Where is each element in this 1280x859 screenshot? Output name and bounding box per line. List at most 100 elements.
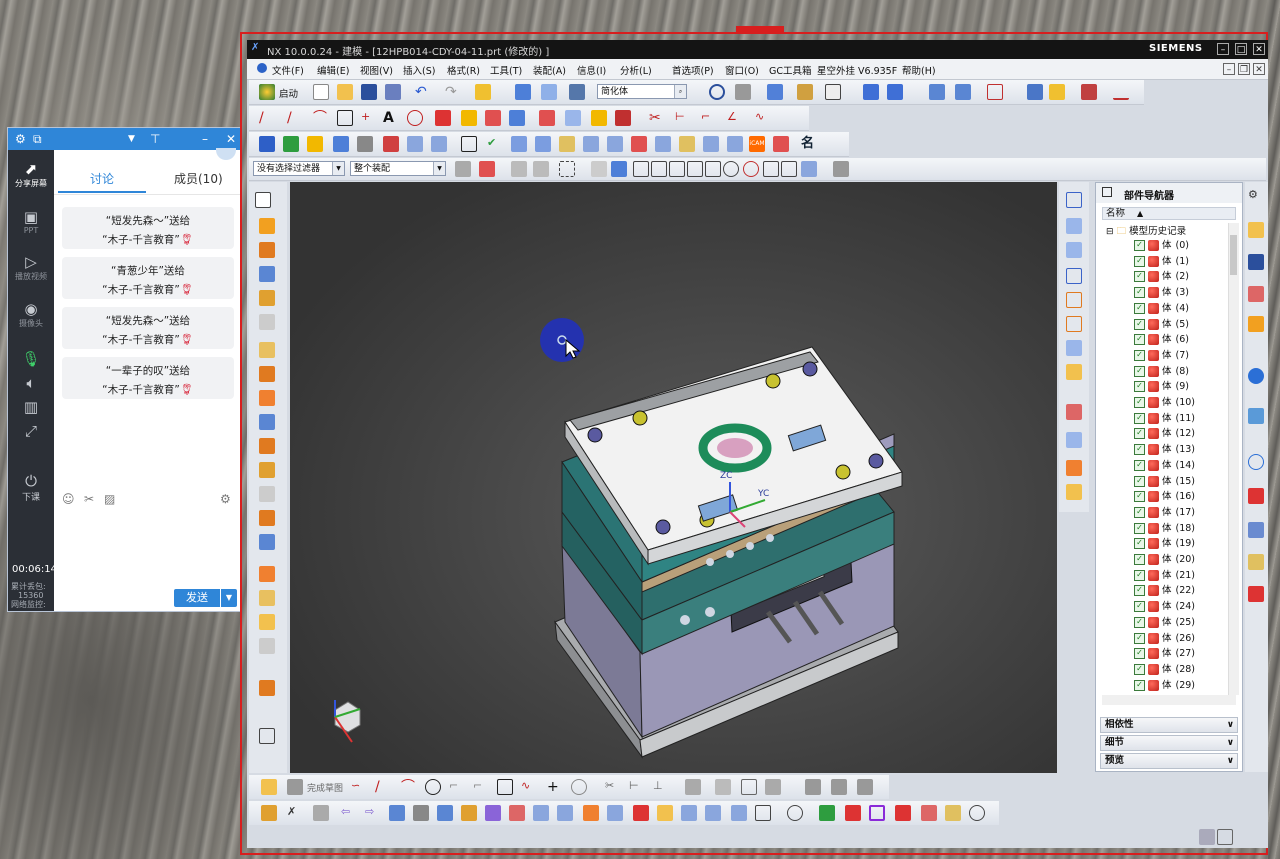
preview-section[interactable]: 预览 ∨	[1100, 753, 1238, 769]
analysis-icon[interactable]	[1049, 84, 1065, 100]
trim-curve-icon[interactable]	[591, 110, 607, 126]
sketch-polygon-icon[interactable]	[571, 779, 587, 795]
pin-icon[interactable]: ⊤	[150, 131, 160, 147]
navigator-vertical-scrollbar[interactable]	[1228, 223, 1239, 695]
sew-icon[interactable]	[259, 638, 275, 654]
snap-endpoint-icon[interactable]	[633, 161, 649, 177]
paste-icon[interactable]	[569, 84, 585, 100]
visibility-checkbox[interactable]: ✓	[1134, 444, 1145, 456]
replace-face-icon[interactable]	[413, 805, 429, 821]
profile-icon[interactable]: ∽	[351, 779, 367, 795]
tree-row-body[interactable]: ✓ 体 (24)	[1134, 599, 1195, 614]
surface-10-icon[interactable]	[1066, 460, 1082, 476]
sketch-arc-icon[interactable]: ⌒	[401, 779, 417, 795]
visibility-checkbox[interactable]: ✓	[1134, 240, 1145, 251]
visibility-checkbox[interactable]: ✓	[1134, 616, 1145, 628]
revolve-icon[interactable]	[259, 242, 275, 258]
tree-row-body[interactable]: ✓ 体 (27)	[1134, 646, 1195, 661]
hide-icon[interactable]	[797, 84, 813, 100]
divide-curve-icon[interactable]	[615, 110, 631, 126]
part-navigator-icon[interactable]	[1248, 286, 1264, 302]
scissors-icon[interactable]: ✂	[84, 492, 94, 506]
tree-row-body[interactable]: ✓ 体 (28)	[1134, 662, 1195, 677]
label-notch-icon[interactable]	[921, 805, 937, 821]
check-icon[interactable]: ✔	[487, 136, 503, 152]
visibility-checkbox[interactable]: ✓	[1134, 663, 1145, 675]
tool-3-icon[interactable]	[559, 136, 575, 152]
save-as-icon[interactable]	[385, 84, 401, 100]
tree-row-body[interactable]: ✓ 体 (5)	[1134, 317, 1189, 332]
tree-row-body[interactable]: ✓ 体 (4)	[1134, 301, 1189, 316]
menu-analysis[interactable]: 分析(L)	[620, 63, 652, 77]
layer-icon[interactable]	[929, 84, 945, 100]
draft-icon[interactable]	[259, 614, 275, 630]
visibility-checkbox[interactable]: ✓	[1134, 522, 1145, 534]
edit-curve-icon[interactable]: ∿	[755, 110, 771, 126]
menu-insert[interactable]: 插入(S)	[403, 63, 435, 77]
tree-row-body[interactable]: ✓ 体 (6)	[1134, 332, 1189, 347]
wcs-icon[interactable]	[887, 84, 903, 100]
system-scenes-icon[interactable]	[1248, 554, 1264, 570]
window-minimize-button[interactable]: –	[1217, 43, 1229, 55]
dropdown-icon[interactable]: ▼	[128, 131, 135, 147]
web-browser-icon[interactable]	[1248, 368, 1264, 384]
sketch-icon[interactable]	[255, 192, 271, 208]
popout-icon[interactable]: ⧉	[33, 131, 42, 147]
tree-row-body[interactable]: ✓ 体 (0)	[1134, 238, 1189, 253]
surface-11-icon[interactable]	[1066, 484, 1082, 500]
boss-icon[interactable]	[259, 290, 275, 306]
visibility-checkbox[interactable]: ✓	[1134, 459, 1145, 471]
face-rule-icon[interactable]	[533, 161, 549, 177]
menu-view[interactable]: 视图(V)	[360, 63, 393, 77]
play-video-button[interactable]: ▷ 播放视频	[8, 253, 54, 282]
tree-row-body[interactable]: ✓ 体 (12)	[1134, 426, 1195, 441]
project-curve-icon[interactable]	[435, 110, 451, 126]
visibility-checkbox[interactable]: ✓	[1134, 255, 1145, 267]
group-face-icon[interactable]	[845, 805, 861, 821]
navigator-checkbox[interactable]	[1102, 187, 1112, 197]
selection-scope-select[interactable]: 整个装配 ▼	[350, 161, 446, 176]
offset-icon[interactable]	[685, 779, 701, 795]
wcs-origin-icon[interactable]	[259, 728, 275, 744]
book-icon[interactable]	[307, 136, 323, 152]
tree-row-body[interactable]: ✓ 体 (20)	[1134, 552, 1195, 567]
visibility-checkbox[interactable]: ✓	[1134, 397, 1145, 408]
tree-row-body[interactable]: ✓ 体 (7)	[1134, 348, 1189, 363]
visibility-checkbox[interactable]: ✓	[1134, 569, 1145, 581]
tree-row-body[interactable]: ✓ 体 (25)	[1134, 615, 1195, 630]
tree-row-body[interactable]: ✓ 体 (2)	[1134, 269, 1189, 284]
table-icon[interactable]	[357, 136, 373, 152]
mesh-icon[interactable]	[259, 680, 275, 696]
sketch-circle-icon[interactable]	[425, 779, 441, 795]
visibility-checkbox[interactable]: ✓	[1134, 475, 1145, 487]
gear-icon[interactable]: ⚙	[1248, 188, 1264, 204]
visibility-checkbox[interactable]: ✓	[1134, 349, 1145, 361]
visibility-checkbox[interactable]: ✓	[1134, 318, 1145, 330]
trim-icon[interactable]: ✂	[649, 110, 665, 126]
name-column-header[interactable]: 名称 ▲	[1102, 207, 1236, 220]
tree-row-body[interactable]: ✓ 体 (26)	[1134, 631, 1195, 646]
trim-body-icon[interactable]	[259, 486, 275, 502]
tree-row-body[interactable]: ✓ 体 (15)	[1134, 474, 1195, 489]
extend-icon[interactable]: ⊢	[675, 110, 691, 126]
tool-1-icon[interactable]	[511, 136, 527, 152]
menu-plugin[interactable]: 星空外挂 V6.935F	[817, 63, 897, 77]
tree-row-body[interactable]: ✓ 体 (19)	[1134, 536, 1195, 551]
status-icon-2[interactable]	[1217, 829, 1233, 845]
visibility-checkbox[interactable]: ✓	[1134, 381, 1145, 393]
menu-preferences[interactable]: 首选项(P)	[672, 63, 714, 77]
tool-5-icon[interactable]	[607, 136, 623, 152]
mirror-face-icon[interactable]	[557, 805, 573, 821]
delete-face-icon[interactable]	[461, 805, 477, 821]
sketch-line-icon[interactable]: /	[375, 779, 391, 795]
join-curve-icon[interactable]	[461, 110, 477, 126]
render-style-select[interactable]: 简化体 ⌕	[597, 84, 687, 99]
auto-constraint-icon[interactable]	[831, 779, 847, 795]
make-corner-icon[interactable]: ⊥	[653, 779, 669, 795]
visibility-checkbox[interactable]: ✓	[1134, 302, 1145, 314]
share-screen-button[interactable]: ⬈ 分享屏幕	[8, 160, 54, 189]
graphics-viewport[interactable]: ZC YC	[290, 182, 1057, 773]
rectangle-icon[interactable]	[337, 110, 353, 126]
save-icon[interactable]	[361, 84, 377, 100]
history-icon[interactable]	[1248, 408, 1264, 424]
